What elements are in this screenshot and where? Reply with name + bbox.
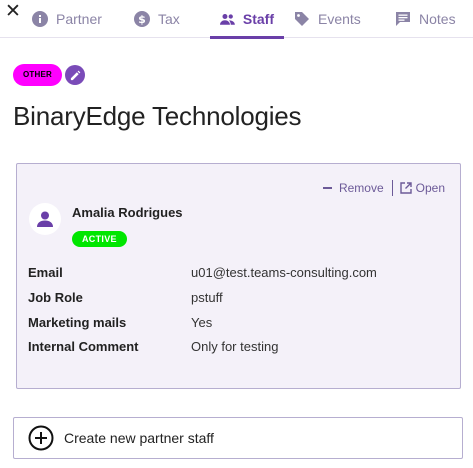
add-circle-icon bbox=[28, 425, 54, 451]
pencil-icon bbox=[70, 70, 80, 80]
top-navigation: ✕ Partner $ Tax Staff Events Notes bbox=[0, 0, 473, 39]
tab-label: Events bbox=[318, 11, 361, 27]
comment-icon bbox=[396, 12, 410, 26]
edit-button[interactable] bbox=[65, 65, 85, 85]
info-icon bbox=[32, 11, 48, 27]
open-button[interactable]: Open bbox=[399, 181, 445, 195]
tab-bar: Partner $ Tax Staff Events Notes bbox=[22, 0, 473, 39]
page-title: BinaryEdge Technologies bbox=[13, 101, 302, 131]
close-icon[interactable]: ✕ bbox=[4, 2, 22, 21]
card-actions: Remove Open bbox=[322, 180, 445, 196]
svg-text:$: $ bbox=[138, 13, 146, 26]
remove-button[interactable]: Remove bbox=[322, 181, 384, 195]
minus-icon bbox=[322, 187, 332, 189]
tab-staff[interactable]: Staff bbox=[210, 0, 284, 39]
internal-comment-value: Only for testing bbox=[191, 339, 279, 354]
job-role-label: Job Role bbox=[28, 290, 83, 305]
tab-label: Notes bbox=[419, 11, 456, 27]
marketing-mails-value: Yes bbox=[191, 315, 213, 330]
open-external-icon bbox=[399, 182, 412, 194]
avatar bbox=[29, 203, 61, 235]
action-divider bbox=[391, 180, 393, 196]
internal-comment-label: Internal Comment bbox=[28, 339, 139, 354]
people-icon bbox=[220, 14, 235, 25]
remove-label: Remove bbox=[338, 181, 384, 195]
tab-tax[interactable]: $ Tax bbox=[124, 0, 210, 38]
tab-partner[interactable]: Partner bbox=[22, 0, 124, 38]
tab-label: Tax bbox=[158, 11, 180, 27]
dollar-icon: $ bbox=[134, 11, 150, 27]
tab-notes[interactable]: Notes bbox=[385, 0, 473, 38]
tab-label: Staff bbox=[242, 11, 274, 27]
staff-card: Remove Open Amalia Rodrigues ACTIVE Emai… bbox=[16, 163, 461, 389]
category-badge: OTHER bbox=[13, 64, 62, 86]
create-staff-label: Create new partner staff bbox=[64, 430, 214, 446]
email-label: Email bbox=[28, 265, 63, 280]
tab-label: Partner bbox=[56, 11, 102, 27]
staff-name: Amalia Rodrigues bbox=[72, 205, 183, 220]
open-label: Open bbox=[415, 181, 445, 195]
person-icon bbox=[37, 211, 53, 227]
tab-events[interactable]: Events bbox=[284, 0, 385, 38]
status-badge: ACTIVE bbox=[72, 231, 127, 247]
job-role-value: pstuff bbox=[191, 290, 223, 305]
tag-icon bbox=[295, 12, 309, 26]
marketing-mails-label: Marketing mails bbox=[28, 315, 127, 330]
email-value: u01@test.teams-consulting.com bbox=[191, 265, 377, 280]
create-staff-button[interactable]: Create new partner staff bbox=[13, 417, 463, 459]
